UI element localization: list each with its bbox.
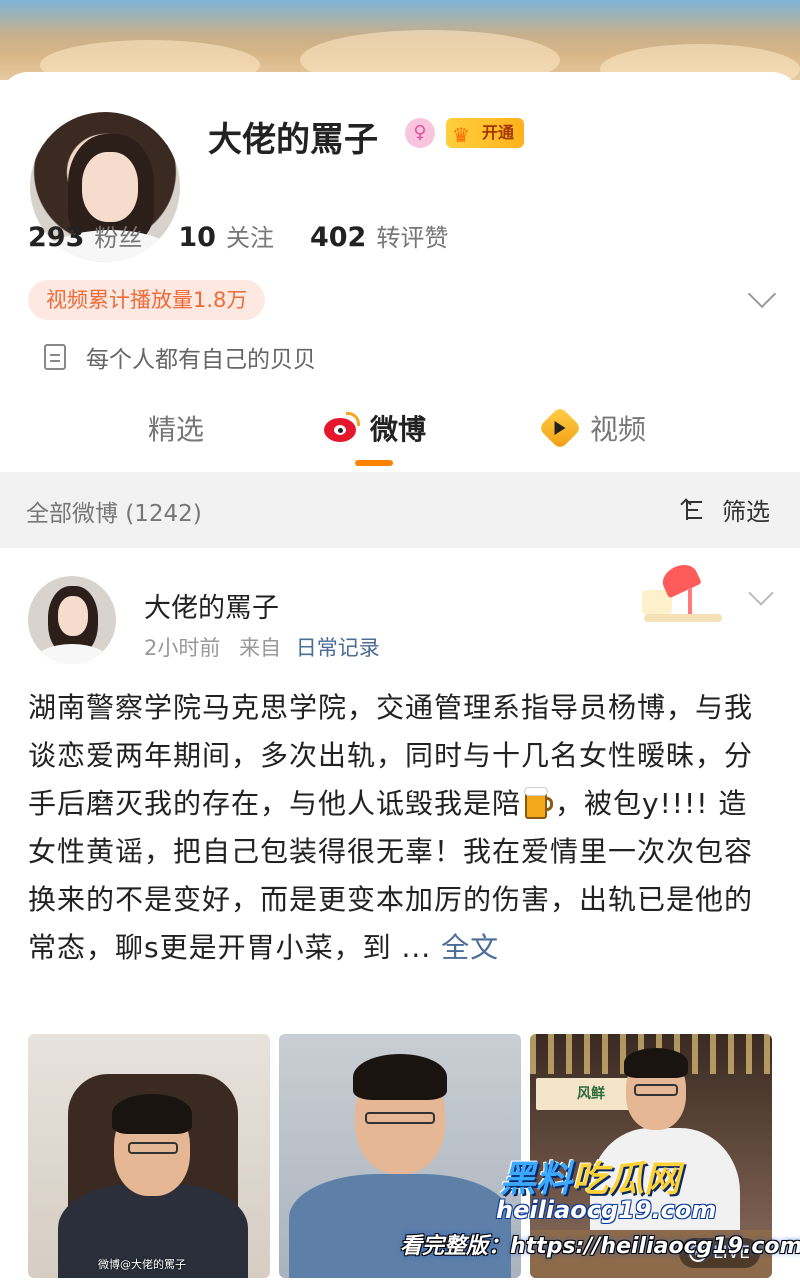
post-body: 湖南警察学院马克思学院，交通管理系指导员杨博，与我谈恋爱两年期间，多次出轨，同时… — [28, 684, 772, 972]
post-author-avatar[interactable] — [28, 576, 116, 664]
stat-followers-label: 粉丝 — [94, 224, 143, 252]
read-full-text-link[interactable]: 全文 — [431, 931, 499, 964]
expand-profile-chevron-icon[interactable] — [747, 279, 777, 309]
stat-following-label: 关注 — [225, 224, 274, 252]
post-author-name[interactable]: 大佬的罵子 — [144, 586, 279, 625]
image-watermark-text: 微博@大佬的罵子 — [98, 1258, 186, 1271]
profile-bio-text: 每个人都有自己的贝贝 — [86, 347, 316, 373]
stat-interactions-label: 转评赞 — [376, 224, 449, 252]
profile-tabs: 精选 微博 视频 — [0, 402, 800, 472]
video-play-count-badge[interactable]: 视频累计播放量1.8万 — [28, 280, 266, 320]
document-icon — [44, 344, 66, 370]
watermark-site: heiliaocg19.com — [496, 1196, 717, 1224]
stat-followers[interactable]: 293 粉丝 — [28, 218, 142, 253]
site-watermark-overlay: 黑料吃瓜网 heiliaocg19.com 看完整版：https://heili… — [400, 1140, 800, 1280]
tab-weibo-label: 微博 — [370, 413, 427, 446]
post-from-label: 来自 — [239, 636, 282, 660]
post-source-link[interactable]: 日常记录 — [296, 636, 380, 660]
profile-username: 大佬的罵子 — [208, 120, 378, 160]
post-image-1[interactable]: 微博@大佬的罵子 — [28, 1034, 270, 1278]
stat-followers-count: 293 — [28, 222, 85, 253]
stat-interactions-count: 402 — [309, 222, 367, 253]
tab-featured[interactable]: 精选 — [148, 408, 204, 448]
female-gender-icon: ♀ — [405, 118, 435, 148]
vip-open-button[interactable]: ♛ 开通 — [446, 118, 525, 148]
stat-interactions[interactable]: 402 转评赞 — [310, 218, 448, 253]
tab-featured-label: 精选 — [148, 413, 205, 446]
stat-following[interactable]: 10 关注 — [178, 218, 274, 253]
profile-bio: 每个人都有自己的贝贝 — [44, 340, 316, 374]
watermark-url: 看完整版：https://heiliaocg19.com — [400, 1234, 800, 1259]
post-options-chevron-icon[interactable] — [748, 580, 774, 606]
tab-video-label: 视频 — [590, 413, 647, 446]
post-filter-bar: 全部微博 (1242) 筛选 — [0, 472, 800, 548]
filter-sort-icon — [686, 498, 714, 522]
profile-card: 大佬的罵子 ♀ ♛ 开通 293 粉丝 10 关注 402 转评赞 视频累计播放… — [0, 72, 800, 472]
video-play-icon — [537, 405, 583, 451]
profile-banner — [0, 0, 800, 80]
post-count-label: 全部微博 (1242) — [26, 501, 202, 527]
vip-open-label: 开通 — [482, 123, 515, 142]
filter-button[interactable]: 筛选 — [686, 492, 770, 527]
tab-weibo[interactable]: 微博 — [320, 408, 426, 448]
post-meta: 2小时前 来自 日常记录 — [144, 632, 380, 662]
beer-emoji-icon — [523, 785, 554, 819]
active-tab-indicator — [355, 460, 393, 466]
stat-following-count: 10 — [178, 222, 216, 253]
crown-icon: ♛ — [452, 123, 470, 147]
watermark-title: 黑料吃瓜网 — [500, 1159, 681, 1200]
filter-button-label: 筛选 — [722, 498, 770, 526]
desk-lamp-sticker-icon — [640, 559, 728, 626]
weibo-logo-icon — [320, 412, 360, 444]
post-time: 2小时前 — [144, 636, 221, 660]
tab-video[interactable]: 视频 — [537, 405, 647, 451]
profile-stats: 293 粉丝 10 关注 402 转评赞 — [28, 218, 484, 253]
